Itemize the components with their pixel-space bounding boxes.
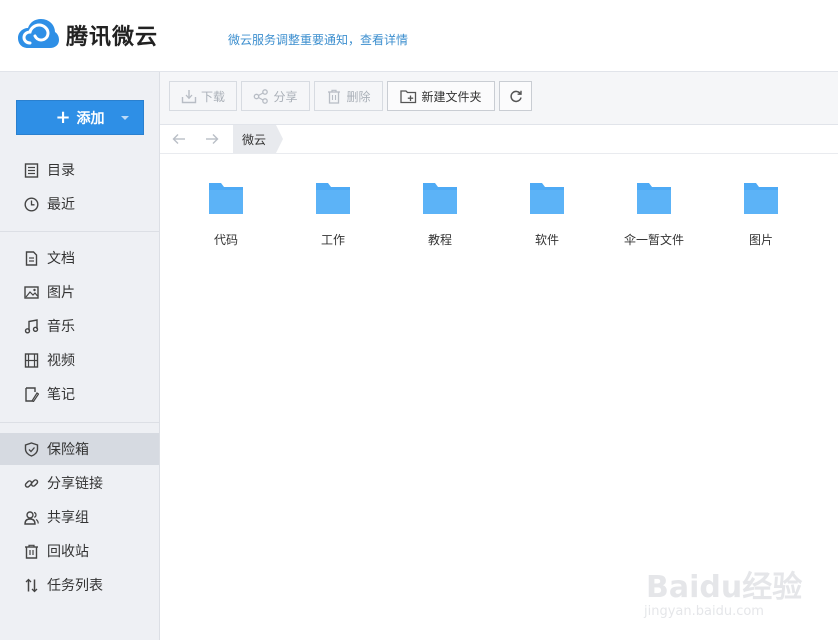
document-icon <box>23 250 39 266</box>
sidebar-item-label: 任务列表 <box>47 578 103 594</box>
refresh-button[interactable] <box>499 81 532 111</box>
sidebar-item-label: 视频 <box>47 353 75 369</box>
image-icon <box>23 284 39 300</box>
sidebar-item-catalog[interactable]: 目录 <box>0 154 159 186</box>
clock-icon <box>23 196 39 212</box>
folder-item[interactable]: 代码 <box>176 180 276 248</box>
sidebar-item-music[interactable]: 音乐 <box>0 310 159 342</box>
download-button[interactable]: 下载 <box>169 81 237 111</box>
new-folder-label: 新建文件夹 <box>421 89 482 104</box>
add-button-label: 添加 <box>76 110 105 127</box>
sidebar-item-label: 保险箱 <box>47 442 89 458</box>
folder-name: 伞一暂文件 <box>623 233 684 247</box>
app-logo[interactable]: 腾讯微云 <box>16 18 158 52</box>
folder-icon <box>529 180 565 216</box>
sidebar-divider <box>0 231 159 232</box>
watermark-url: jingyan.baidu.com <box>644 604 764 619</box>
folder-icon <box>743 180 779 216</box>
folder-name: 教程 <box>427 233 452 247</box>
folder-icon <box>636 180 672 216</box>
catalog-icon <box>23 162 39 178</box>
sidebar-item-safe[interactable]: 保险箱 <box>0 433 159 465</box>
refresh-icon <box>509 89 523 103</box>
sidebar-item-task-list[interactable]: 任务列表 <box>0 569 159 601</box>
breadcrumb: 微云 <box>160 125 838 154</box>
sidebar-item-recycle-bin[interactable]: 回收站 <box>0 535 159 567</box>
sidebar-item-label: 图片 <box>47 285 75 301</box>
sidebar-item-label: 目录 <box>47 163 75 179</box>
delete-button[interactable]: 删除 <box>314 81 383 111</box>
sidebar-divider <box>0 422 159 423</box>
download-icon <box>181 89 201 104</box>
folder-icon <box>315 180 351 216</box>
back-arrow-icon[interactable] <box>170 130 188 148</box>
watermark-text: Baidu经验 <box>646 570 803 605</box>
toolbar: 下载 分享 删除 新建文件夹 <box>160 72 838 125</box>
app-name: 腾讯微云 <box>66 25 159 50</box>
download-label: 下载 <box>200 89 225 104</box>
sidebar-item-label: 笔记 <box>47 387 75 403</box>
note-icon <box>23 386 39 402</box>
sidebar-item-share-links[interactable]: 分享链接 <box>0 467 159 499</box>
folder-name: 代码 <box>213 233 238 247</box>
folder-item[interactable]: 图片 <box>711 180 811 248</box>
folder-name: 图片 <box>748 233 773 247</box>
sidebar-item-notes[interactable]: 笔记 <box>0 378 159 410</box>
dropdown-caret-icon[interactable] <box>121 116 129 120</box>
service-notice-link[interactable]: 微云服务调整重要通知，查看详情 <box>228 31 408 48</box>
trash-icon <box>326 89 346 104</box>
sidebar-item-label: 回收站 <box>47 544 89 560</box>
trash-icon <box>23 543 39 559</box>
header: 腾讯微云 微云服务调整重要通知，查看详情 <box>0 0 838 72</box>
new-folder-button[interactable]: 新建文件夹 <box>387 81 495 111</box>
music-icon <box>23 318 39 334</box>
breadcrumb-item-root[interactable]: 微云 <box>233 125 284 153</box>
sidebar-item-label: 共享组 <box>47 510 89 526</box>
sidebar-item-recent[interactable]: 最近 <box>0 188 159 220</box>
sidebar-item-shared-groups[interactable]: 共享组 <box>0 501 159 533</box>
folder-item[interactable]: 工作 <box>283 180 383 248</box>
video-icon <box>23 352 39 368</box>
sidebar-item-documents[interactable]: 文档 <box>0 242 159 274</box>
folder-name: 软件 <box>534 233 559 247</box>
sidebar-item-label: 最近 <box>47 197 75 213</box>
share-icon <box>253 88 273 104</box>
sidebar-item-label: 文档 <box>47 251 75 267</box>
shield-icon <box>23 441 39 457</box>
folder-icon <box>208 180 244 216</box>
group-icon <box>23 509 39 525</box>
share-button[interactable]: 分享 <box>241 81 310 111</box>
new-folder-icon <box>400 89 421 104</box>
sidebar-item-label: 分享链接 <box>47 476 103 492</box>
cloud-logo-icon <box>16 18 60 52</box>
folder-icon <box>422 180 458 216</box>
share-label: 分享 <box>273 89 298 104</box>
sidebar: + 添加 目录 最近 文档 图片 音乐 视频 笔记 保险箱 分享链接 共享组 回… <box>0 72 160 640</box>
sidebar-item-images[interactable]: 图片 <box>0 276 159 308</box>
link-icon <box>23 475 39 491</box>
plus-icon: + <box>55 106 71 128</box>
delete-label: 删除 <box>346 89 371 104</box>
folder-item[interactable]: 教程 <box>390 180 490 248</box>
transfer-icon <box>23 577 39 593</box>
forward-arrow-icon[interactable] <box>203 130 221 148</box>
add-button[interactable]: + 添加 <box>16 100 144 135</box>
sidebar-item-label: 音乐 <box>47 319 75 335</box>
folder-item[interactable]: 软件 <box>497 180 597 248</box>
folder-name: 工作 <box>320 233 345 247</box>
folder-item[interactable]: 伞一暂文件 <box>604 180 704 248</box>
sidebar-item-video[interactable]: 视频 <box>0 344 159 376</box>
baidu-watermark: Baidu经验 jingyan.baidu.com <box>640 548 830 628</box>
